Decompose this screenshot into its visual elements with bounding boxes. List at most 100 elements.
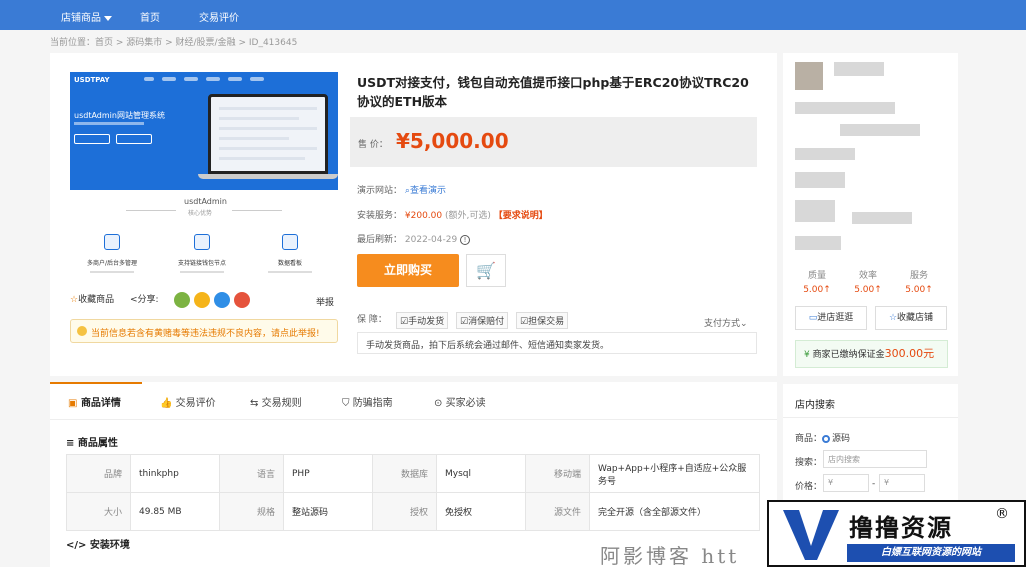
demo-link[interactable]: ⌕查看演示 (405, 186, 446, 196)
help-icon[interactable]: ! (460, 234, 471, 245)
refresh-row: 最后刷新： 2022-04-29 ! (357, 232, 471, 245)
image-nav-dot (228, 77, 242, 81)
attr-value: 49.85 MB (130, 492, 220, 531)
stat-label: 质量 (807, 271, 826, 281)
shipping-note: 手动发货商品，拍下后系统会通过邮件、短信通知卖家发货。 (357, 332, 757, 354)
report-link[interactable]: 举报 (316, 295, 334, 308)
nav-home[interactable]: 首页 (140, 9, 160, 24)
tab-reviews[interactable]: 👍 交易评价 (160, 394, 216, 409)
laptop-row (219, 127, 317, 130)
install-env-title-text: 安装环境 (89, 540, 130, 551)
top-nav: 店铺商品 首页 交易评价 (0, 0, 1026, 30)
arrow-up-icon: ↑ (925, 285, 933, 295)
feature-label: 多商户/后台多管理 (86, 260, 138, 267)
breadcrumb: 当前位置：首页 > 源码集市 > 财经/股票/金融 > ID_413645 (50, 38, 298, 48)
feature-label: 支持链接钱包节点 (177, 260, 226, 267)
price-min-input[interactable]: ¥ (823, 474, 869, 492)
info-icon: ⊙ (434, 398, 443, 409)
feature-item: 数据看板 (260, 234, 320, 273)
guarantee-text: 担保交易 (528, 317, 565, 327)
laptop-row (219, 117, 299, 120)
tab-label: 交易规则 (261, 398, 302, 409)
favorite-product[interactable]: ☆收藏商品 (70, 292, 114, 305)
share-qzone-icon[interactable] (174, 292, 190, 308)
install-note: (额外,可选) (444, 211, 491, 221)
site-logo: 撸撸资源 ® 白嫖互联网资源的网站 (767, 500, 1026, 567)
buy-now-button[interactable]: 立即购买 (357, 254, 459, 287)
attr-key: 规格 (219, 492, 284, 531)
stat-quality: 质量 5.00↑ (797, 268, 837, 295)
attr-key: 大小 (66, 492, 131, 531)
share-weibo-star-icon[interactable] (194, 292, 210, 308)
shop-search-input[interactable]: 店内搜索 (823, 450, 927, 468)
radio-source-label: 源码 (832, 434, 851, 444)
payment-method-dropdown[interactable]: 支付方式⌄ (704, 316, 748, 329)
laptop-row (219, 137, 289, 140)
attr-value: 整站源码 (283, 492, 373, 531)
favorite-label: 收藏商品 (78, 295, 115, 305)
attr-value: PHP (283, 454, 373, 493)
radio-source[interactable] (822, 434, 831, 443)
enter-shop-button[interactable]: ▭进店逛逛 (795, 306, 867, 330)
document-icon: ▣ (68, 398, 78, 409)
rules-icon: ⇆ (250, 398, 259, 409)
price-max-input[interactable]: ¥ (879, 474, 925, 492)
seller-name-blurred (834, 62, 884, 76)
product-title: USDT对接支付，钱包自动充值提币接口php基于ERC20协议TRC20协议的E… (357, 75, 749, 109)
share-text: 分享: (137, 295, 159, 305)
nav-shop-products[interactable]: 店铺商品 (61, 9, 112, 24)
logo-mark-icon (783, 510, 839, 560)
share-icon: < (130, 295, 138, 305)
install-row: 安装服务： ¥200.00 (额外,可选) 【要求说明】 (357, 208, 548, 221)
share-qq-icon[interactable] (214, 292, 230, 308)
shield-icon: ⛉ (342, 398, 350, 409)
laptop-illustration (208, 94, 328, 174)
demo-link-text: 查看演示 (409, 186, 446, 196)
star-icon: ☆ (70, 295, 79, 305)
check-icon: ☑ (460, 317, 469, 327)
attr-key: 数据库 (372, 454, 437, 493)
install-price: ¥200.00 (404, 211, 443, 221)
table-row: 大小 49.85 MB 规格 整站源码 授权 免授权 源文件 完全开源（含全部源… (66, 492, 760, 531)
deposit-badge: ¥ 商家已缴纳保证金300.00元 (795, 340, 948, 368)
install-env-title: </> 安装环境 (66, 536, 130, 551)
features-subtitle: 核心优势 (188, 210, 213, 217)
feature-item: 支持链接钱包节点 (172, 234, 232, 273)
logo-tagline: 白嫖互联网资源的网站 (847, 544, 1015, 562)
tab-anti-fraud[interactable]: ⛉ 防骗指南 (342, 394, 393, 409)
tab-trade-rules[interactable]: ⇆ 交易规则 (250, 394, 302, 409)
seller-avatar (795, 62, 823, 90)
demo-label: 演示网站： (357, 186, 403, 196)
wallet-node-icon (194, 234, 210, 250)
seller-info-blurred (795, 200, 835, 222)
add-to-cart-button[interactable]: 🛒 (466, 254, 506, 287)
install-requirements-link[interactable]: 【要求说明】 (494, 211, 548, 221)
tab-buyer-notes[interactable]: ⊙ 买家必读 (434, 394, 486, 409)
stat-value: 5.00 (854, 285, 875, 295)
table-row: 品牌 thinkphp 语言 PHP 数据库 Mysql 移动端 Wap+App… (66, 454, 760, 493)
image-nav-dot (206, 77, 220, 81)
logo-text: 撸撸资源 (849, 514, 953, 542)
share-weibo-icon[interactable] (234, 292, 250, 308)
nav-reviews[interactable]: 交易评价 (199, 9, 239, 24)
lightbulb-icon (77, 326, 87, 336)
price-value: ¥5,000.00 (396, 129, 509, 153)
notice-text: 当前信息若含有黄赌毒等违法违规不良内容，请点此举报! (91, 329, 320, 339)
favorite-shop-button[interactable]: ☆收藏店铺 (875, 306, 947, 330)
price-range-dash: - (872, 479, 876, 489)
check-icon: ☑ (520, 317, 529, 327)
product-main-image[interactable]: USDTPAY usdtAdmin网站管理系统 (70, 72, 338, 190)
tab-product-details[interactable]: ▣ 商品详情 (68, 394, 121, 409)
attributes-table: 品牌 thinkphp 语言 PHP 数据库 Mysql 移动端 Wap+App… (66, 454, 760, 531)
guarantee-text: 手动发货 (408, 317, 445, 327)
seller-info-blurred (795, 236, 841, 250)
arrow-up-icon: ↑ (874, 285, 882, 295)
feature-item: 多商户/后台多管理 (82, 234, 142, 273)
guarantee-compensation: ☑消保赔付 (456, 312, 509, 329)
features-divider (232, 210, 282, 211)
guarantee-escrow: ☑担保交易 (516, 312, 569, 329)
yen-icon: ¥ (804, 350, 810, 360)
arrow-up-icon: ↑ (823, 285, 831, 295)
report-notice[interactable]: 当前信息若含有黄赌毒等违法违规不良内容，请点此举报! (70, 319, 338, 343)
attr-value: thinkphp (130, 454, 220, 493)
